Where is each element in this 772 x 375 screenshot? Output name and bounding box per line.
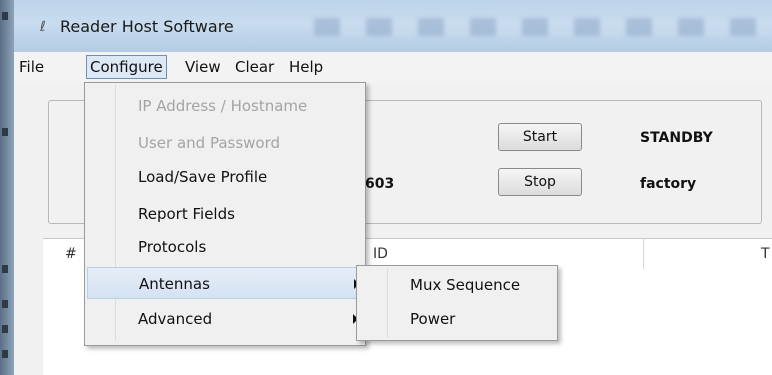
menu-item-label: Protocols	[138, 238, 207, 256]
menu-item-label: Load/Save Profile	[138, 168, 268, 186]
menu-item-advanced[interactable]: Advanced	[87, 303, 363, 335]
menu-item-label: Report Fields	[138, 205, 235, 223]
active-profile: factory	[640, 176, 697, 192]
menu-item-label: Advanced	[138, 310, 213, 328]
partial-field-value: 603	[365, 176, 395, 192]
title-bar-blur	[314, 18, 772, 36]
edge-mark	[2, 128, 8, 136]
column-header-id[interactable]: ID	[373, 246, 388, 262]
edge-mark	[2, 300, 8, 308]
title-bar[interactable]: ℓ Reader Host Software	[14, 0, 772, 52]
menu-bar: File Configure View Clear Help	[14, 52, 772, 83]
menu-item-label: IP Address / Hostname	[138, 97, 308, 115]
antennas-submenu: Mux Sequence Power	[356, 265, 558, 341]
menu-item-load-save-profile[interactable]: Load/Save Profile	[87, 161, 363, 193]
edge-mark	[2, 12, 8, 20]
menu-file[interactable]: File	[16, 57, 47, 77]
app-icon: ℓ	[40, 19, 46, 35]
menu-item-ip-address: IP Address / Hostname	[87, 90, 363, 122]
window-title: Reader Host Software	[60, 17, 234, 36]
edge-mark	[2, 350, 8, 358]
menu-item-label: Power	[410, 310, 456, 328]
stop-button[interactable]: Stop	[498, 168, 582, 196]
start-button[interactable]: Start	[498, 123, 582, 151]
menu-item-label: Mux Sequence	[410, 276, 521, 294]
column-separator[interactable]	[643, 239, 644, 269]
menu-item-antennas[interactable]: Antennas	[87, 267, 363, 299]
menu-clear[interactable]: Clear	[232, 57, 277, 77]
menu-help[interactable]: Help	[286, 57, 326, 77]
menu-item-label: Antennas	[139, 275, 210, 293]
menu-item-protocols[interactable]: Protocols	[87, 231, 363, 263]
column-header-number[interactable]: #	[65, 246, 77, 262]
menu-item-user-password: User and Password	[87, 127, 363, 159]
menu-view[interactable]: View	[182, 57, 224, 77]
background-window-edge	[0, 0, 14, 375]
menu-item-mux-sequence[interactable]: Mux Sequence	[359, 269, 555, 301]
column-header-t[interactable]: T	[761, 246, 770, 262]
edge-mark	[2, 265, 8, 273]
menu-configure[interactable]: Configure	[86, 55, 167, 79]
menu-item-power[interactable]: Power	[359, 303, 555, 335]
menu-item-label: User and Password	[138, 134, 281, 152]
edge-mark	[2, 325, 8, 333]
menu-item-report-fields[interactable]: Report Fields	[87, 198, 363, 230]
configure-dropdown-menu: IP Address / Hostname User and Password …	[84, 82, 366, 346]
reader-status: STANDBY	[640, 130, 713, 146]
